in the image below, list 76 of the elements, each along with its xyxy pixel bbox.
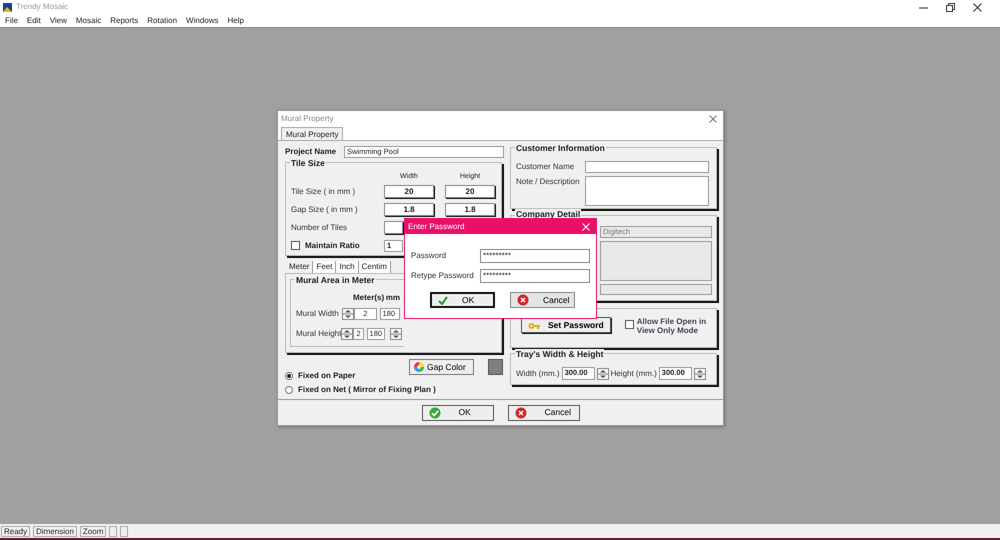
app-icon <box>3 2 12 12</box>
dialog-button[interactable]: OK <box>430 292 495 308</box>
tab[interactable]: Feet <box>313 261 336 273</box>
number-field[interactable] <box>384 221 403 234</box>
group-title: Tray's Width & Height <box>515 349 604 359</box>
app-title: Trendy Mosaic <box>16 1 68 13</box>
checkbox[interactable] <box>291 241 300 250</box>
number-field[interactable]: 1.8 <box>445 203 495 216</box>
check-icon <box>438 296 448 304</box>
status-pane <box>120 526 128 536</box>
field-label: Retype Password <box>411 270 475 282</box>
field-label: Password <box>411 250 448 262</box>
field-label: Project Name <box>285 146 338 158</box>
dialog-title: Enter Password <box>408 220 464 232</box>
group-title: Tile Size <box>290 158 326 168</box>
spinner-icon[interactable] <box>342 308 354 320</box>
menu-item[interactable]: Windows <box>186 14 218 26</box>
key-icon <box>528 320 540 330</box>
field-label: Width (mm.) <box>516 368 560 380</box>
text-field[interactable] <box>585 161 709 173</box>
close-icon[interactable] <box>973 2 982 12</box>
cancel-icon <box>517 294 529 306</box>
password-field[interactable]: ********* <box>480 249 590 263</box>
group-title: Customer Information <box>515 143 606 153</box>
field-label: Gap Size ( in mm ) <box>291 204 359 216</box>
number-field[interactable]: 1.8 <box>384 203 434 216</box>
status-pane: Ready <box>1 526 30 536</box>
spinner-icon[interactable] <box>341 328 354 340</box>
spinner-icon[interactable] <box>596 368 609 380</box>
field-label: Height (mm.) <box>610 368 657 380</box>
menu-item[interactable]: Reports <box>110 14 138 26</box>
tab[interactable]: Mural Property <box>281 127 344 140</box>
password-field[interactable]: ********* <box>480 269 590 283</box>
number-field[interactable]: 20 <box>445 185 495 198</box>
field-label: Customer Name <box>516 161 576 173</box>
field-label: Note / Description <box>516 176 581 188</box>
radio-label: Fixed on Net ( Mirror of Fixing Plan ) <box>298 384 436 396</box>
status-pane: Dimension <box>33 526 77 536</box>
tab[interactable]: Inch <box>336 261 359 273</box>
radio-button[interactable] <box>285 372 293 380</box>
color-wheel-icon <box>414 362 424 372</box>
menu-item[interactable]: Mosaic <box>76 14 102 26</box>
checkbox-label: Allow File Open in View Only Mode <box>636 317 708 337</box>
menu-item[interactable]: File <box>5 14 18 26</box>
field-label: Mural Width <box>296 308 340 320</box>
dialog-button[interactable]: OK <box>422 404 494 420</box>
group-title: Company Detail <box>515 209 582 219</box>
radio-label: Fixed on Paper <box>298 370 356 382</box>
dialog-title: Mural Property <box>281 113 334 125</box>
gap-color-button[interactable]: Gap Color <box>409 359 474 375</box>
menu-item[interactable]: Help <box>228 14 244 26</box>
check-icon <box>428 406 440 418</box>
radio-button[interactable] <box>285 386 293 394</box>
spinner-icon[interactable] <box>694 368 706 380</box>
color-swatch[interactable] <box>488 359 503 375</box>
column-header: Meter(s) <box>353 292 386 304</box>
field-label: Tile Size ( in mm ) <box>291 186 356 198</box>
status-pane: Zoom <box>80 526 106 536</box>
checkbox[interactable] <box>624 320 634 329</box>
group-title: Mural Area in Meter <box>295 275 376 285</box>
checkbox-label: Maintain Ratio <box>305 240 361 252</box>
spinner-icon[interactable] <box>390 328 402 340</box>
field-label: Number of Tiles <box>291 222 348 234</box>
cancel-icon <box>514 406 526 418</box>
number-field[interactable]: 20 <box>384 185 434 198</box>
column-header: mm <box>386 292 400 304</box>
menu-item[interactable]: Rotation <box>147 14 178 26</box>
status-pane <box>109 526 118 536</box>
dialog-button[interactable]: Cancel <box>510 292 575 308</box>
field-label: Mural Height <box>296 328 342 340</box>
text-area[interactable] <box>585 176 709 206</box>
restore-icon[interactable] <box>946 2 955 12</box>
dialog-button[interactable]: Cancel <box>508 404 580 420</box>
tab[interactable]: Centim <box>358 261 391 273</box>
menu-item[interactable]: Edit <box>26 14 41 26</box>
menu-item[interactable]: View <box>50 14 67 26</box>
